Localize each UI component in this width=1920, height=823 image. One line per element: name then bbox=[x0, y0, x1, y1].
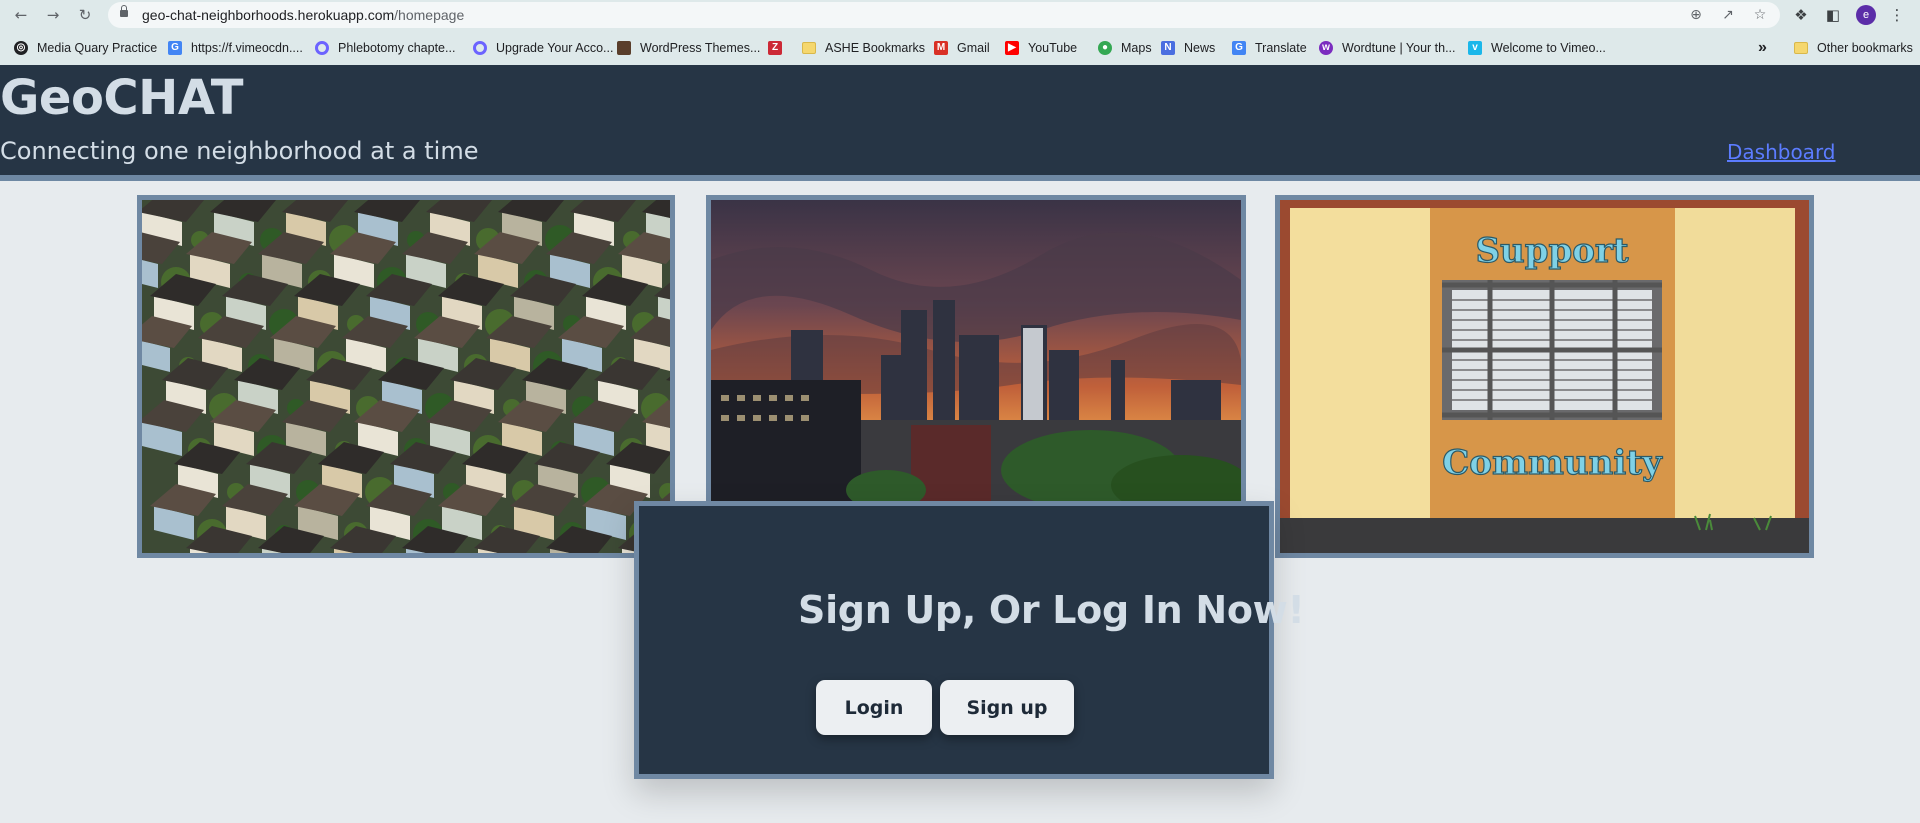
signup-button[interactable]: Sign up bbox=[940, 680, 1074, 735]
bookmark-label: Wordtune | Your th... bbox=[1342, 41, 1456, 55]
google-icon: G bbox=[168, 41, 182, 55]
bookmark-item[interactable]: v Welcome to Vimeo... bbox=[1468, 38, 1606, 58]
forward-icon[interactable]: → bbox=[42, 4, 64, 26]
bookmark-item[interactable]: WordPress Themes... bbox=[617, 38, 760, 58]
address-bar[interactable]: geo-chat-neighborhoods.herokuapp.com/hom… bbox=[108, 2, 1780, 28]
url-text: geo-chat-neighborhoods.herokuapp.com/hom… bbox=[142, 7, 465, 23]
bookmark-item[interactable]: ▶ YouTube bbox=[1005, 38, 1077, 58]
bookmark-label: ASHE Bookmarks bbox=[825, 41, 926, 55]
extensions-icon[interactable]: ❖ bbox=[1790, 4, 1812, 26]
menu-icon[interactable]: ⋮ bbox=[1886, 4, 1908, 26]
bookmark-item[interactable]: ● Maps bbox=[1098, 38, 1152, 58]
profile-avatar[interactable]: e bbox=[1856, 5, 1876, 25]
share-icon[interactable]: ↗ bbox=[1718, 5, 1738, 25]
translate-icon: G bbox=[1232, 41, 1246, 55]
site-logo[interactable]: GeoCHAT bbox=[0, 70, 244, 126]
bookmark-label: News bbox=[1184, 41, 1216, 55]
bookmark-label: Maps bbox=[1121, 41, 1152, 55]
wall-text-community: Community bbox=[1442, 443, 1663, 483]
neighborhood-photo bbox=[137, 195, 675, 558]
auth-panel: Sign Up, Or Log In Now! Login Sign up bbox=[634, 501, 1305, 779]
bookmark-label: Media Quary Practice bbox=[37, 41, 158, 55]
bookmarks-bar: ◎ Media Quary Practice Ghttps://f.vimeocdn… bbox=[0, 30, 1920, 65]
bookmark-item[interactable]: Upgrade Your Acco... bbox=[473, 38, 613, 58]
bookmark-label: Upgrade Your Acco... bbox=[496, 41, 614, 55]
bookmark-item[interactable]: Z bbox=[768, 38, 791, 58]
gmail-icon: M bbox=[934, 41, 948, 55]
quizlet-icon bbox=[315, 41, 329, 55]
site-tagline: Connecting one neighborhood at a time bbox=[0, 137, 479, 165]
reload-icon[interactable]: ↻ bbox=[74, 4, 96, 26]
bookmark-label: WordPress Themes... bbox=[640, 41, 761, 55]
dashboard-link[interactable]: Dashboard bbox=[1727, 140, 1836, 164]
other-bookmarks-label: Other bookmarks bbox=[1817, 41, 1913, 55]
maps-icon: ● bbox=[1098, 41, 1112, 55]
community-wall-photo: Support Community bbox=[1275, 195, 1814, 558]
youtube-icon: ▶ bbox=[1005, 41, 1019, 55]
other-bookmarks-folder[interactable]: Other bookmarks bbox=[1794, 38, 1913, 58]
bookmark-item[interactable]: Ghttps://f.vimeocdn.... bbox=[168, 38, 303, 58]
quizlet-icon bbox=[473, 41, 487, 55]
site-icon bbox=[617, 41, 631, 55]
auth-title: Sign Up, Or Log In Now! bbox=[798, 588, 1305, 632]
bookmark-item[interactable]: w Wordtune | Your th... bbox=[1319, 38, 1456, 58]
site-header: GeoCHAT Connecting one neighborhood at a… bbox=[0, 65, 1920, 181]
back-icon[interactable]: ← bbox=[10, 4, 32, 26]
bookmark-label: Translate bbox=[1255, 41, 1307, 55]
bookmark-item[interactable]: Phlebotomy chapte... bbox=[315, 38, 455, 58]
lock-icon bbox=[120, 5, 128, 17]
bookmark-star-icon[interactable]: ☆ bbox=[1750, 5, 1770, 25]
news-icon: N bbox=[1161, 41, 1175, 55]
bookmark-item[interactable]: M Gmail bbox=[934, 38, 990, 58]
browser-toolbar: ← → ↻ geo-chat-neighborhoods.herokuapp.c… bbox=[0, 0, 1920, 30]
skyline-photo bbox=[706, 195, 1246, 506]
zotero-icon: Z bbox=[768, 41, 782, 55]
folder-icon bbox=[802, 42, 816, 54]
wordtune-icon: w bbox=[1319, 41, 1333, 55]
zoom-icon[interactable]: ⊕ bbox=[1686, 5, 1706, 25]
bookmark-label: https://f.vimeocdn.... bbox=[191, 41, 303, 55]
wall-text-support: Support bbox=[1475, 231, 1628, 271]
bookmark-label: Phlebotomy chapte... bbox=[338, 41, 456, 55]
bookmark-item[interactable]: N News bbox=[1161, 38, 1215, 58]
login-button[interactable]: Login bbox=[816, 680, 932, 735]
bookmark-label: YouTube bbox=[1028, 41, 1078, 55]
bookmark-item[interactable]: ASHE Bookmarks bbox=[802, 38, 925, 58]
bookmark-label: Gmail bbox=[957, 41, 990, 55]
globe-icon: ◎ bbox=[14, 41, 28, 55]
more-bookmarks-icon[interactable]: » bbox=[1758, 38, 1767, 58]
vimeo-icon: v bbox=[1468, 41, 1482, 55]
bookmark-item[interactable]: G Translate bbox=[1232, 38, 1307, 58]
bookmark-label: Welcome to Vimeo... bbox=[1491, 41, 1606, 55]
side-panel-icon[interactable]: ◧ bbox=[1822, 4, 1844, 26]
folder-icon bbox=[1794, 42, 1808, 54]
bookmark-item[interactable]: ◎ Media Quary Practice bbox=[14, 38, 157, 58]
